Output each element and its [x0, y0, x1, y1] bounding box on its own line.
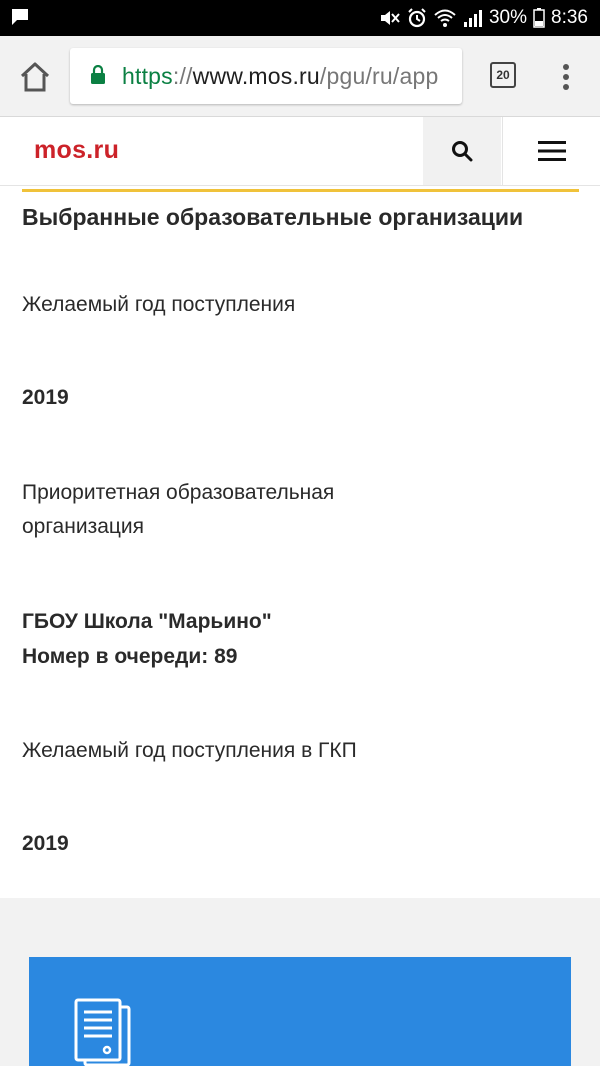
mute-icon [380, 11, 400, 25]
desired-year-label: Желаемый год поступления [22, 293, 296, 316]
section-title: Выбранные образовательные организации [22, 204, 524, 230]
signal-icon [463, 10, 482, 27]
hamburger-icon [538, 141, 566, 161]
priority-organization-label: Приоритетная образовательная организация [22, 481, 335, 538]
clock-time: 8:36 [551, 7, 588, 28]
url-text: https://www.mos.ru/pgu/ru/app [122, 62, 438, 90]
browser-menu-button[interactable] [556, 62, 576, 92]
lock-icon [91, 65, 105, 84]
service-card[interactable] [29, 957, 571, 1066]
url-bar[interactable]: https://www.mos.ru/pgu/ru/app [70, 48, 462, 104]
tab-count: 20 [496, 68, 510, 82]
url-separator: :// [172, 63, 193, 89]
status-bar: 30% 8:36 [0, 0, 600, 36]
more-vert-icon [563, 64, 569, 90]
battery-icon [533, 8, 545, 28]
accent-divider [22, 189, 579, 192]
wifi-icon [434, 9, 456, 27]
url-host: www.mos.ru [192, 63, 320, 89]
alarm-icon [408, 8, 426, 28]
gkp-year-label: Желаемый год поступления в ГКП [22, 739, 357, 762]
search-button[interactable] [423, 117, 501, 185]
browser-toolbar: https://www.mos.ru/pgu/ru/app 20 [0, 36, 600, 117]
queue-number: Номер в очереди: 89 [22, 645, 238, 668]
site-header: mos.ru [0, 117, 600, 186]
document-icon [74, 998, 131, 1066]
tab-switcher-button[interactable]: 20 [490, 62, 516, 88]
url-scheme: https [122, 63, 173, 89]
notification-icon [12, 9, 28, 25]
site-logo[interactable]: mos.ru [34, 136, 119, 165]
menu-button[interactable] [502, 117, 600, 185]
battery-percent: 30% [488, 7, 528, 28]
url-path: /pgu/ru/app [319, 63, 439, 89]
search-icon [452, 141, 473, 162]
school-name: ГБОУ Школа "Марьино" [22, 610, 272, 633]
gkp-year-value: 2019 [22, 832, 69, 855]
desired-year-value: 2019 [22, 386, 69, 409]
home-icon [20, 62, 50, 92]
home-button[interactable] [18, 60, 52, 94]
